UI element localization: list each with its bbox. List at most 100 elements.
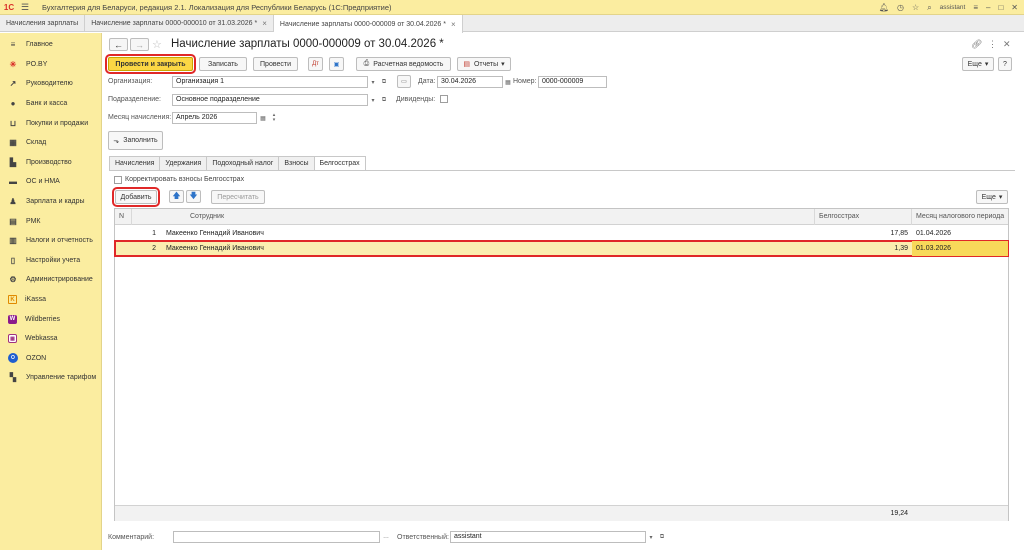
month-stepper[interactable]: ▴ ▾ — [269, 112, 279, 124]
move-up-button[interactable]: 🡅 — [169, 190, 184, 203]
dropdown-icon[interactable]: ▾ — [368, 94, 378, 106]
comment-label: Комментарий: — [108, 534, 155, 541]
more-icon[interactable]: ⋮ — [988, 39, 997, 50]
payroll-sheet-button[interactable]: ⎙ Расчетная ведомость — [356, 57, 451, 71]
month-field[interactable]: Апрель 2026 — [172, 112, 257, 124]
settings-menu-icon[interactable]: ≡ — [973, 3, 978, 12]
tab-belgosstrakh[interactable]: Белгосстрах — [314, 156, 366, 171]
sidebar-item-tariff[interactable]: ▚ Управление тарифом — [0, 368, 101, 388]
row-month[interactable]: 01.03.2026 — [912, 241, 1008, 256]
tab-income-tax[interactable]: Подоходный налог — [207, 156, 280, 171]
tab-accruals[interactable]: Начисления — [109, 156, 161, 171]
recalculate-button[interactable]: Пересчитать — [211, 190, 265, 204]
forward-button[interactable]: → — [130, 38, 149, 51]
open-link-icon[interactable]: ⧉ — [379, 76, 389, 88]
move-down-button[interactable]: 🡇 — [186, 190, 201, 203]
structure-icon[interactable]: ▣ — [329, 57, 344, 71]
dividends-checkbox[interactable] — [440, 95, 448, 103]
favorite-star-icon[interactable]: ☆ — [152, 38, 162, 51]
dropdown-icon[interactable]: ▾ — [368, 76, 378, 88]
org-card-icon[interactable]: ▭ — [397, 75, 411, 88]
open-link-icon[interactable]: ⧉ — [657, 531, 667, 543]
number-field[interactable]: 0000-000009 — [538, 76, 607, 88]
row-n: 2 — [152, 245, 156, 252]
favorites-icon[interactable]: ☆ — [912, 3, 919, 12]
date-field[interactable]: 30.04.2026 — [437, 76, 503, 88]
sidebar-item-poby[interactable]: ✳ PO.BY — [0, 55, 101, 75]
sidebar-item-main[interactable]: ≡ Главное — [0, 35, 101, 55]
table-header: N Сотрудник Белгосстрах Месяц налогового… — [115, 209, 1008, 225]
sidebar-item-label: Производство — [26, 158, 72, 166]
dept-label: Подразделение: — [108, 96, 161, 103]
col-header-month[interactable]: Месяц налогового периода — [912, 209, 1008, 225]
sidebar-item-ikassa[interactable]: KiKassa — [0, 290, 101, 310]
sidebar-item-label: РМК — [26, 217, 41, 225]
window-tab-doc-10[interactable]: Начисление зарплаты 0000-000010 от 31.03… — [85, 15, 274, 32]
row-amount: 1,39 — [894, 245, 908, 252]
calendar-icon[interactable]: ▦ — [258, 112, 268, 124]
add-row-button[interactable]: Добавить — [112, 187, 160, 207]
window-tab-payroll-list[interactable]: Начисления зарплаты — [0, 15, 86, 32]
sidebar-item-settings[interactable]: ▯ Настройки учета — [0, 251, 101, 271]
maximize-icon[interactable]: □ — [998, 3, 1003, 12]
correct-belgosstrakh-checkbox[interactable] — [114, 176, 122, 184]
close-tab-icon[interactable]: × — [262, 19, 267, 28]
sidebar-item-assets[interactable]: ▬ ОС и НМА — [0, 172, 101, 192]
col-header-amount[interactable]: Белгосстрах — [815, 209, 912, 225]
main-menu-icon[interactable]: ☰ — [18, 2, 32, 13]
minimize-icon[interactable]: – — [986, 3, 990, 12]
fill-button[interactable]: ⬎ Заполнить — [108, 131, 163, 150]
history-icon[interactable]: ◷ — [897, 3, 904, 12]
post-and-close-button[interactable]: Провести и закрыть — [105, 54, 196, 74]
sidebar-item-warehouse[interactable]: ▦ Склад — [0, 133, 101, 153]
open-link-icon[interactable]: ⧉ — [379, 94, 389, 106]
sidebar-item-ozon[interactable]: O OZON — [0, 349, 101, 369]
ozon-icon: O — [8, 353, 18, 364]
chevron-down-icon: ▾ — [984, 61, 989, 68]
sidebar-item-webkassa[interactable]: ▦ Webkassa — [0, 329, 101, 349]
sidebar-item-rmk[interactable]: ▤ РМК — [0, 211, 101, 231]
window-tab-doc-9[interactable]: Начисление зарплаты 0000-000009 от 30.04… — [273, 15, 463, 33]
sidebar-item-salary[interactable]: ♟ Зарплата и кадры — [0, 192, 101, 212]
row-employee: Макеенко Геннадий Иванович — [166, 245, 264, 252]
tab-deductions[interactable]: Удержания — [160, 156, 208, 171]
table-row-selected[interactable]: 2 Макеенко Геннадий Иванович 1,39 01.03.… — [114, 240, 1009, 257]
more-button[interactable]: Еще ▾ — [962, 57, 994, 71]
save-button[interactable]: Записать — [199, 57, 247, 71]
sidebar-item-admin[interactable]: ⚙ Администрирование — [0, 270, 101, 290]
debit-credit-icon[interactable]: Дт — [308, 57, 323, 71]
link-icon[interactable]: 🔗︎ — [971, 39, 982, 50]
post-button[interactable]: Провести — [253, 57, 298, 71]
sidebar-item-bank[interactable]: ● Банк и касса — [0, 94, 101, 114]
sidebar-item-wildberries[interactable]: W Wildberries — [0, 309, 101, 329]
org-field[interactable]: Организация 1 — [172, 76, 368, 88]
tab-contributions[interactable]: Взносы — [279, 156, 315, 171]
sidebar-item-label: Покупки и продажи — [26, 119, 89, 127]
responsible-field[interactable]: assistant — [450, 531, 646, 543]
search-icon[interactable]: ⌕ — [927, 3, 931, 13]
table-more-button[interactable]: Еще ▾ — [976, 190, 1008, 204]
dept-field[interactable]: Основное подразделение — [172, 94, 368, 106]
sidebar-item-label: Банк и касса — [26, 100, 68, 108]
comment-field[interactable] — [173, 531, 380, 543]
close-tab-icon[interactable]: × — [451, 20, 456, 29]
sidebar-item-taxes[interactable]: ▥ Налоги и отчетность — [0, 231, 101, 251]
arrow-down-icon: 🡇 — [189, 190, 198, 200]
sidebar-item-purchases[interactable]: ⊔ Покупки и продажи — [0, 113, 101, 133]
calendar-icon[interactable]: ▦ — [503, 76, 513, 88]
table-more-label: Еще — [981, 193, 996, 201]
back-button[interactable]: ← — [109, 38, 128, 51]
sidebar-item-production[interactable]: ▙ Производство — [0, 153, 101, 173]
col-header-employee[interactable]: Сотрудник — [132, 209, 815, 225]
close-icon[interactable]: ✕ — [1011, 3, 1018, 12]
bell-icon[interactable]: 🔔︎ — [879, 3, 889, 12]
close-form-icon[interactable]: ✕ — [1003, 39, 1011, 50]
ellipsis-icon[interactable]: … — [381, 531, 391, 543]
reports-button[interactable]: ▤ Отчеты ▾ — [457, 57, 511, 71]
dropdown-icon[interactable]: ▾ — [646, 531, 656, 543]
sidebar-item-manager[interactable]: ↗ Руководителю — [0, 74, 101, 94]
table-row[interactable]: 1 Макеенко Геннадий Иванович 17,85 01.04… — [115, 226, 1008, 241]
user-name[interactable]: assistant — [940, 4, 966, 11]
col-header-n[interactable]: N — [115, 209, 132, 225]
help-button[interactable]: ? — [998, 57, 1012, 71]
